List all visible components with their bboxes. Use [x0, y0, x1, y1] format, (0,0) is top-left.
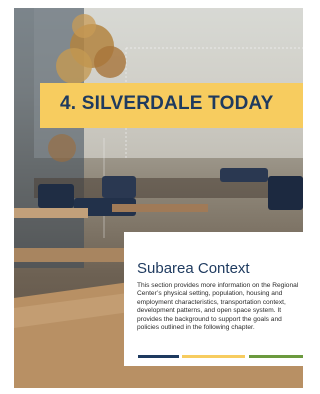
foliage — [48, 134, 76, 162]
subarea-context-card: Subarea Context This section provides mo… — [124, 232, 303, 366]
chair — [38, 184, 74, 208]
table-top — [112, 204, 208, 212]
divider-green — [249, 355, 303, 358]
divider-gold — [182, 355, 245, 358]
document-page: 4. SILVERDALE TODAY Subarea Context This… — [0, 0, 303, 394]
foliage — [94, 46, 126, 78]
chair — [220, 168, 268, 182]
divider-navy — [138, 355, 179, 358]
foliage — [72, 14, 96, 38]
foliage — [56, 48, 92, 84]
chair — [268, 176, 303, 210]
section-body-text: This section provides more information o… — [137, 282, 299, 332]
table-top — [14, 248, 134, 262]
chapter-title: 4. SILVERDALE TODAY — [60, 93, 274, 114]
section-heading: Subarea Context — [137, 260, 250, 277]
chapter-title-banner: 4. SILVERDALE TODAY — [40, 83, 303, 128]
table-top — [14, 208, 88, 218]
chair — [102, 176, 136, 198]
